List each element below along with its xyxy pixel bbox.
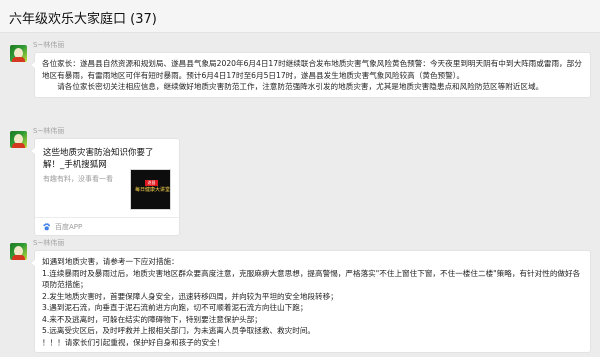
link-card-thumbnail: 遂昌 每日健康大讲堂 (130, 169, 171, 210)
link-card-title[interactable]: 这些地质灾害防治知识你要了解！_手机搜狐网 (43, 147, 165, 171)
sender-name: S~林伟丽 (33, 127, 65, 135)
message-text: 请各位家长密切关注相应信息，继续做好地质灾害防范工作，注意防范强降水引发的地质灾… (57, 82, 544, 91)
avatar[interactable] (10, 131, 27, 148)
link-card[interactable]: 这些地质灾害防治知识你要了解！_手机搜狐网 有趣有料，没事看一看 遂昌 每日健康… (30, 138, 180, 236)
sender-name: S~林伟丽 (33, 41, 65, 49)
sender-name: S~林伟丽 (33, 239, 65, 247)
thumbnail-caption: 每日健康大讲堂 (135, 187, 171, 193)
divider (35, 217, 179, 218)
message-text: 各位家长：遂昌县自然资源和规划局、遂昌县气象局2020年6月4日17时继续联合发… (42, 59, 582, 80)
chat-title-bar: 六年级欢乐大家庭口 (37) (0, 0, 600, 33)
avatar[interactable] (10, 45, 27, 62)
message-bubble[interactable]: 各位家长：遂昌县自然资源和规划局、遂昌县气象局2020年6月4日17时继续联合发… (30, 52, 591, 98)
avatar[interactable] (10, 243, 27, 260)
chat-title: 六年级欢乐大家庭口 (37) (9, 12, 157, 27)
message-text: 4.来不及逃离时，可躲在结实的障碍物下，特别要注意保护头部； (42, 314, 262, 324)
thumbnail-tag: 遂昌 (145, 180, 158, 186)
paw-icon (43, 223, 50, 231)
message-text: 3.遇到泥石流，向垂直于泥石流前进方向跑，切不可顺着泥石流方向往山下跑； (42, 303, 308, 312)
message-bubble[interactable]: 如遇到地质灾害，请参考一下应对措施： 1.连续暴雨时及暴雨过后，地质灾害地区群众… (30, 250, 591, 353)
message-text: 2.发生地质灾害时，首要保障人身安全，迅速转移四周，并向较为平坦的安全地段转移； (42, 291, 338, 301)
message-text: ！！！请家长们引起重视，保护好自身和孩子的安全！ (42, 337, 225, 347)
link-card-source: 百度APP (55, 223, 83, 231)
message-text: 如遇到地质灾害，请参考一下应对措施： (42, 257, 179, 266)
link-card-description: 有趣有料，没事看一看 (43, 175, 113, 183)
message-text: 1.连续暴雨时及暴雨过后，地质灾害地区群众要高度注意，克服麻痹大意思想，提高警惕… (42, 268, 581, 290)
message-text: 5.远离受灾区后，及时呼救并上报相关部门，为未逃离人员争取拯救、救灾时间。 (42, 326, 316, 335)
